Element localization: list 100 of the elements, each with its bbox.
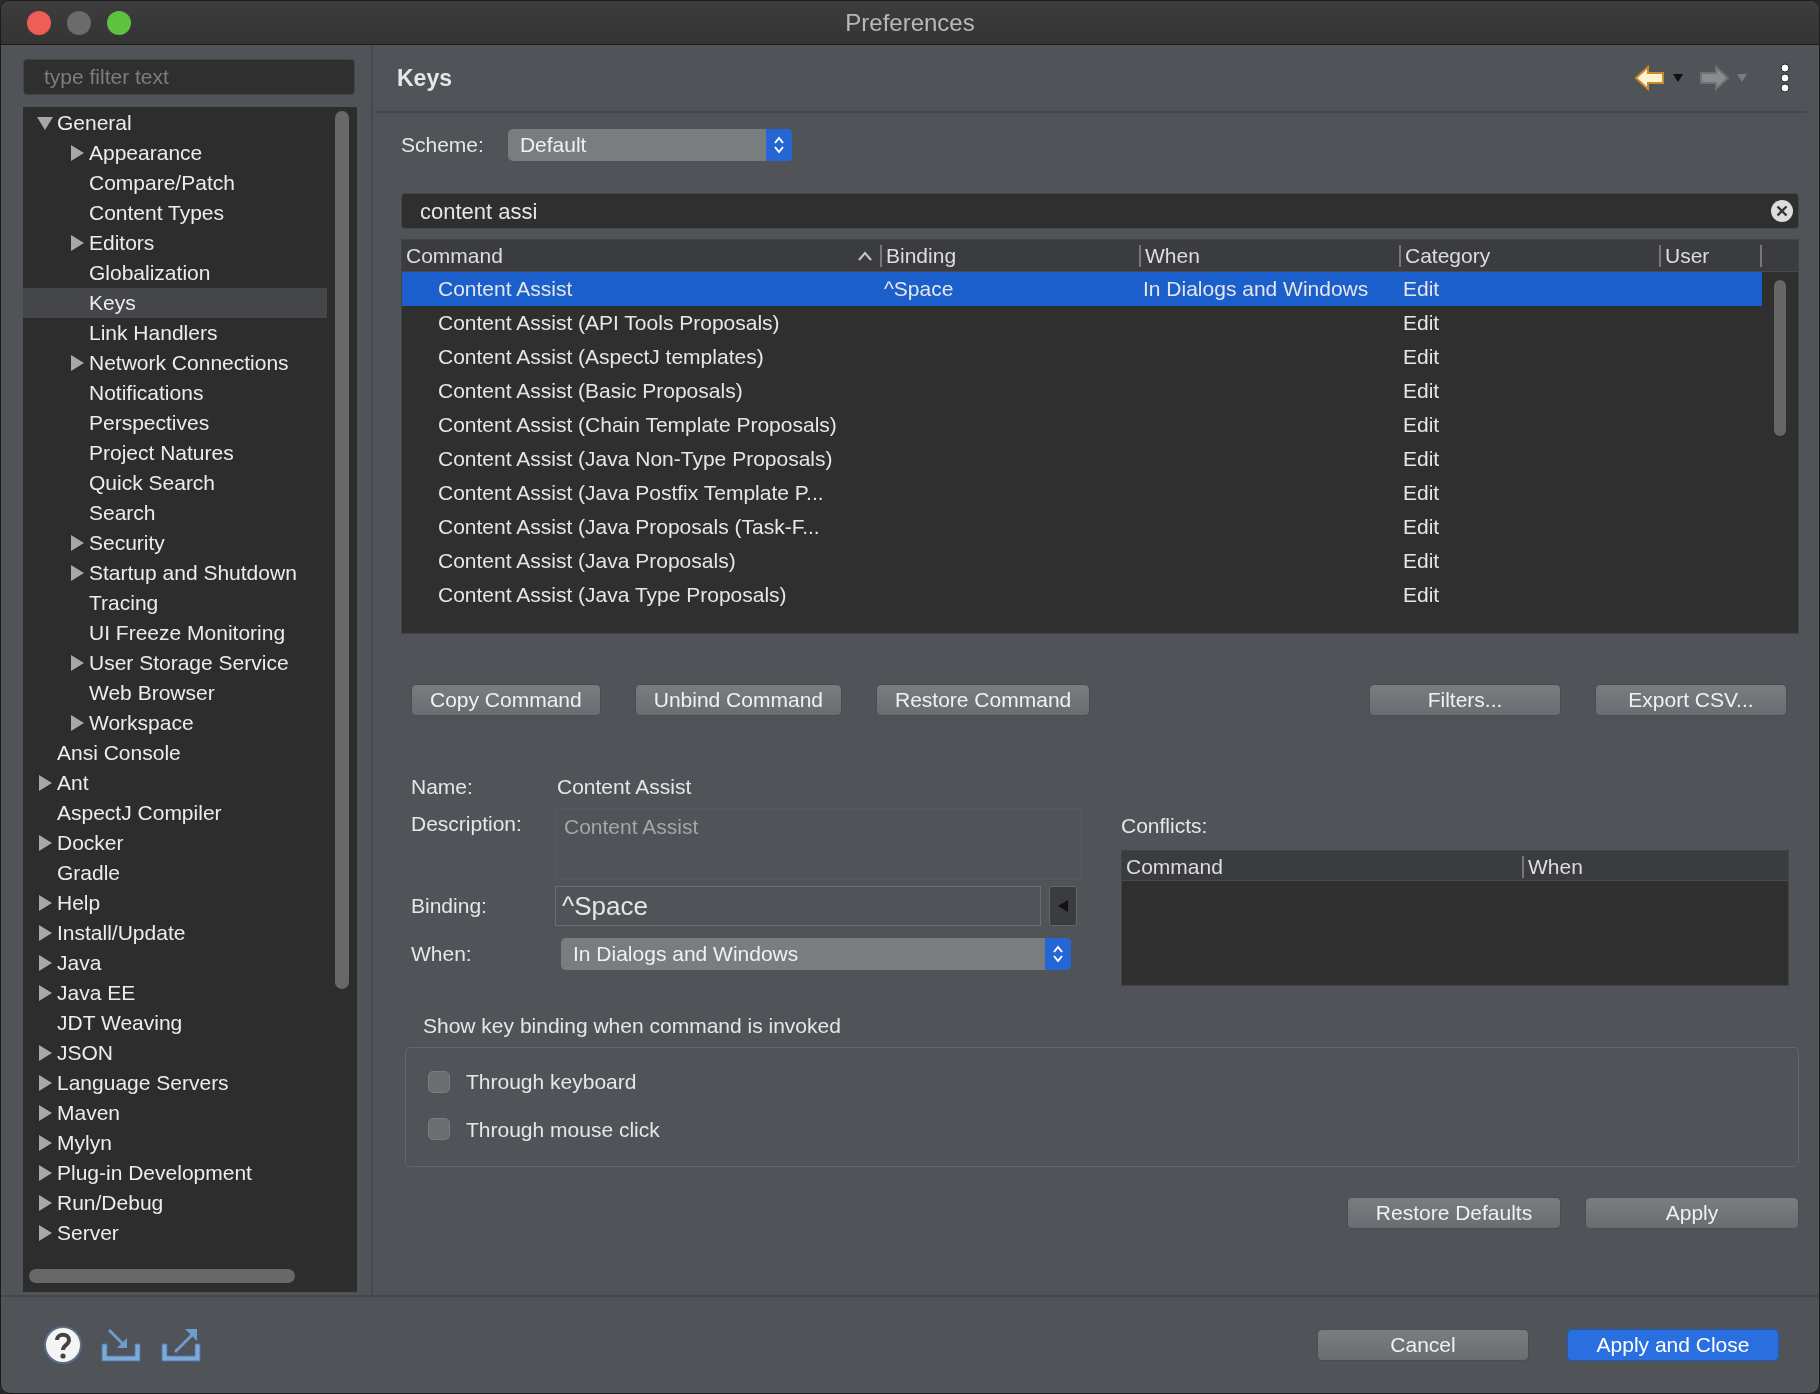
- tree-item[interactable]: Help: [23, 888, 327, 918]
- tree-item[interactable]: Plug-in Development: [23, 1158, 327, 1188]
- tree-item[interactable]: Security: [23, 528, 327, 558]
- import-icon[interactable]: [99, 1326, 143, 1364]
- collapsed-triangle-icon[interactable]: [69, 235, 85, 251]
- action-button[interactable]: Unbind Command: [634, 684, 842, 716]
- table-row[interactable]: Content Assist (Java Proposals (Task-F... Edit: [402, 510, 1762, 544]
- collapsed-triangle-icon[interactable]: [37, 1165, 53, 1181]
- search-field[interactable]: content assi: [401, 193, 1799, 229]
- column-header[interactable]: Command: [1122, 855, 1522, 878]
- tree-item[interactable]: Search: [23, 498, 327, 528]
- collapsed-triangle-icon[interactable]: [69, 715, 85, 731]
- collapsed-triangle-icon[interactable]: [37, 1105, 53, 1121]
- expanded-triangle-icon[interactable]: [37, 115, 53, 131]
- collapsed-triangle-icon[interactable]: [37, 895, 53, 911]
- tree-item[interactable]: Gradle: [23, 858, 327, 888]
- tree-item[interactable]: Perspectives: [23, 408, 327, 438]
- binding-field[interactable]: ^Space: [555, 886, 1041, 926]
- table-row[interactable]: Content Assist ^Space In Dialogs and Windows Edit: [402, 272, 1762, 306]
- scrollbar-thumb[interactable]: [29, 1269, 295, 1283]
- collapsed-triangle-icon[interactable]: [69, 535, 85, 551]
- collapsed-triangle-icon[interactable]: [37, 955, 53, 971]
- table-row[interactable]: Content Assist (Java Proposals) Edit: [402, 544, 1762, 578]
- tree-item[interactable]: Compare/Patch: [23, 168, 327, 198]
- action-button[interactable]: Export CSV...: [1595, 684, 1787, 716]
- collapsed-triangle-icon[interactable]: [37, 1075, 53, 1091]
- tree-item[interactable]: Maven: [23, 1098, 327, 1128]
- action-button[interactable]: Copy Command: [411, 684, 601, 716]
- collapsed-triangle-icon[interactable]: [37, 925, 53, 941]
- collapsed-triangle-icon[interactable]: [69, 565, 85, 581]
- tree-item[interactable]: JDT Weaving: [23, 1008, 327, 1038]
- collapsed-triangle-icon[interactable]: [69, 145, 85, 161]
- table-row[interactable]: Content Assist (Java Postfix Template P... Edit: [402, 476, 1762, 510]
- export-icon[interactable]: [159, 1326, 203, 1364]
- tree-item[interactable]: JSON: [23, 1038, 327, 1068]
- more-options-icon[interactable]: [1779, 63, 1791, 93]
- tree-item[interactable]: Java: [23, 948, 327, 978]
- tree-item[interactable]: Notifications: [23, 378, 327, 408]
- action-button[interactable]: Filters...: [1369, 684, 1561, 716]
- column-header[interactable]: When: [1522, 855, 1788, 878]
- checkbox-label[interactable]: Through keyboard: [466, 1066, 637, 1098]
- table-row[interactable]: Content Assist (API Tools Proposals) Edit: [402, 306, 1762, 340]
- collapsed-triangle-icon[interactable]: [69, 355, 85, 371]
- collapsed-triangle-icon[interactable]: [69, 655, 85, 671]
- collapsed-triangle-icon[interactable]: [37, 775, 53, 791]
- table-row[interactable]: Content Assist (AspectJ templates) Edit: [402, 340, 1762, 374]
- tree-item[interactable]: Server: [23, 1218, 327, 1248]
- collapsed-triangle-icon[interactable]: [37, 1225, 53, 1241]
- dialog-button[interactable]: Cancel: [1317, 1329, 1529, 1361]
- action-button[interactable]: Restore Command: [876, 684, 1091, 716]
- tree-item[interactable]: Docker: [23, 828, 327, 858]
- collapsed-triangle-icon[interactable]: [37, 1195, 53, 1211]
- tree-item[interactable]: Quick Search: [23, 468, 327, 498]
- filter-field[interactable]: type filter text: [23, 59, 355, 95]
- collapsed-triangle-icon[interactable]: [37, 1135, 53, 1151]
- table-row[interactable]: Content Assist (Chain Template Proposals) Edit: [402, 408, 1762, 442]
- column-header[interactable]: When: [1139, 245, 1399, 267]
- tree-item[interactable]: Ansi Console: [23, 738, 327, 768]
- clear-icon[interactable]: [1770, 199, 1794, 223]
- table-row[interactable]: Content Assist (Java Type Proposals) Edit: [402, 578, 1762, 612]
- tree-item[interactable]: Mylyn: [23, 1128, 327, 1158]
- column-header[interactable]: Binding: [880, 245, 1139, 267]
- collapsed-triangle-icon[interactable]: [37, 835, 53, 851]
- tree-item[interactable]: Globalization: [23, 258, 327, 288]
- tree-item[interactable]: Link Handlers: [23, 318, 327, 348]
- key-menu-button[interactable]: [1049, 886, 1077, 926]
- back-arrow-icon[interactable]: [1635, 65, 1665, 91]
- tree-item[interactable]: Content Types: [23, 198, 327, 228]
- checkbox-label[interactable]: Through mouse click: [466, 1113, 660, 1145]
- checkbox[interactable]: [428, 1118, 450, 1141]
- tree-item[interactable]: Run/Debug: [23, 1188, 327, 1218]
- tree-item[interactable]: AspectJ Compiler: [23, 798, 327, 828]
- dialog-button[interactable]: Apply and Close: [1567, 1329, 1779, 1361]
- tree-item[interactable]: Project Natures: [23, 438, 327, 468]
- tree-item[interactable]: Language Servers: [23, 1068, 327, 1098]
- close-window-button[interactable]: [27, 10, 51, 35]
- tree-item[interactable]: UI Freeze Monitoring: [23, 618, 327, 648]
- column-header[interactable]: Command: [402, 245, 880, 267]
- action-button[interactable]: Restore Defaults: [1347, 1197, 1561, 1229]
- caret-icon[interactable]: [1673, 74, 1683, 82]
- tree-item[interactable]: Appearance: [23, 138, 327, 168]
- zoom-window-button[interactable]: [107, 10, 131, 35]
- tree-item[interactable]: Keys: [23, 288, 327, 318]
- tree-item[interactable]: Workspace: [23, 708, 327, 738]
- when-dropdown[interactable]: In Dialogs and Windows: [561, 938, 1071, 970]
- tree-item[interactable]: Web Browser: [23, 678, 327, 708]
- scrollbar-thumb[interactable]: [1774, 280, 1786, 436]
- column-header[interactable]: Category: [1399, 245, 1659, 267]
- tree-item[interactable]: Network Connections: [23, 348, 327, 378]
- action-button[interactable]: Apply: [1585, 1197, 1799, 1229]
- table-row[interactable]: Content Assist (Java Non-Type Proposals) Edit: [402, 442, 1762, 476]
- scheme-dropdown[interactable]: Default: [507, 129, 792, 161]
- tree-item[interactable]: Tracing: [23, 588, 327, 618]
- tree-item[interactable]: Ant: [23, 768, 327, 798]
- checkbox[interactable]: [428, 1070, 450, 1093]
- tree-item[interactable]: Install/Update: [23, 918, 327, 948]
- tree-item[interactable]: Startup and Shutdown: [23, 558, 327, 588]
- tree-item[interactable]: User Storage Service: [23, 648, 327, 678]
- collapsed-triangle-icon[interactable]: [37, 985, 53, 1001]
- collapsed-triangle-icon[interactable]: [37, 1045, 53, 1061]
